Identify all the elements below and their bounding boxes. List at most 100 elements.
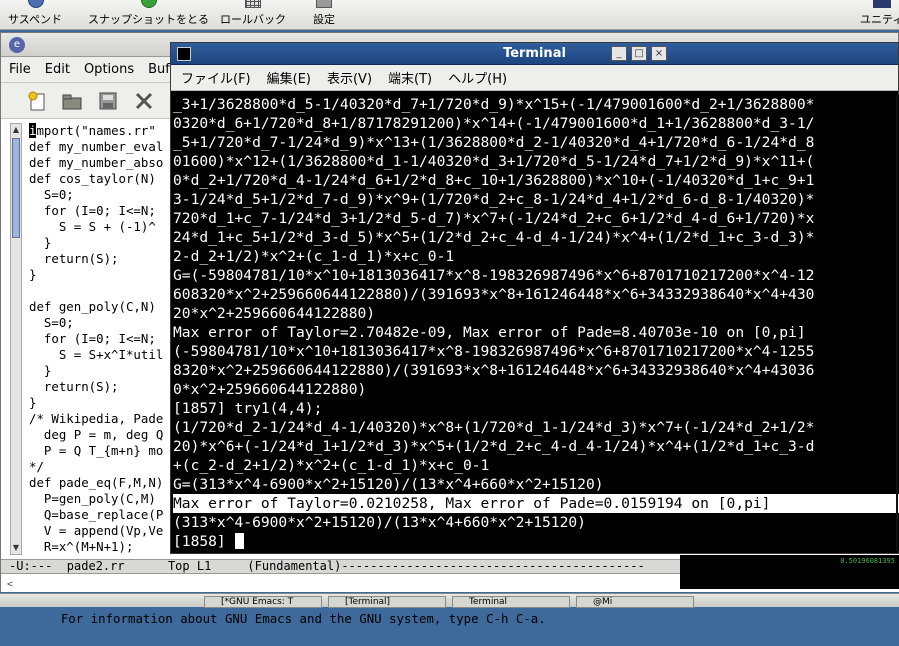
terminal-scrollbar[interactable]: [896, 95, 898, 551]
code-line: }: [29, 363, 52, 378]
settings-label: 設定: [313, 13, 335, 26]
menu-file[interactable]: File: [9, 62, 31, 77]
code-line: S=0;: [29, 187, 74, 202]
snapshot-label: スナップショットをとる: [88, 13, 209, 26]
task-mi[interactable]: @Mi: [576, 596, 694, 608]
code-line: R=x^(M+N+1);: [29, 539, 134, 554]
emacs-app-icon[interactable]: e: [9, 37, 25, 53]
terminal-titlebar[interactable]: Terminal _ □ ×: [171, 43, 898, 65]
background-window[interactable]: 0.50196081395: [680, 555, 899, 589]
code-line: Q=base_replace(P: [29, 507, 164, 522]
echo-bracket-icon: <: [7, 579, 14, 590]
unity-icon: [872, 0, 891, 8]
code-line: deg P = m, deg Q: [29, 427, 164, 442]
scroll-up-arrow-icon[interactable]: ▲: [11, 124, 21, 136]
vm-toolbar: サスペンド スナップショットをとる ロールバック 設定 ユニティ: [0, 0, 899, 30]
code-line: P=gen_poly(C,M): [29, 491, 156, 506]
terminal-line: 20)*x^6+(-1/24*d_1+1/2*d_3)*x^5+(1/2*d_2…: [173, 438, 815, 455]
term-menu-view[interactable]: 表示(V): [327, 68, 372, 87]
terminal-line: _3+1/3628800*d_5-1/40320*d_7+1/720*d_9)*…: [173, 96, 815, 113]
code-line: for (I=0; I<=N;: [29, 203, 156, 218]
code-area[interactable]: import("names.rr" def my_number_eval def m…: [29, 123, 189, 555]
terminal-menubar: ファイル(F) 編集(E) 表示(V) 端末(T) ヘルプ(H): [171, 65, 898, 91]
code-line: def my_number_abso: [29, 155, 164, 170]
code-line: }: [29, 235, 52, 250]
code-line: S = S+x^I*util: [29, 347, 164, 362]
terminal-line: 608320*x^2+259660644122880)/(391693*x^8+…: [173, 286, 815, 303]
code-line: for (I=0; I<=N;: [29, 331, 156, 346]
scroll-down-arrow-icon[interactable]: ▼: [11, 542, 21, 554]
code-line: return(S);: [29, 379, 119, 394]
taskbar: [*GNU Emacs: T [Terminal] Terminal @Mi: [0, 593, 899, 608]
terminal-line: 0*d_2+1/720*d_4-1/24*d_6+1/2*d_8+c_10+1/…: [173, 172, 815, 189]
menu-options[interactable]: Options: [84, 62, 134, 77]
emacs-scrollbar[interactable]: ▲ ▼: [10, 123, 22, 555]
settings-button[interactable]: 設定: [313, 0, 335, 30]
code-line: def pade_eq(F,M,N): [29, 475, 164, 490]
term-menu-edit[interactable]: 編集(E): [267, 68, 311, 87]
code-line: P = Q T_{m+n} mo: [29, 443, 164, 458]
code-line: }: [29, 267, 37, 282]
term-menu-file[interactable]: ファイル(F): [181, 68, 251, 87]
maximize-button[interactable]: □: [631, 46, 647, 61]
terminal-line: 3-1/24*d_5+1/2*d_7-d_9)*x^9+(1/720*d_2+c…: [173, 191, 815, 208]
terminal-line: [1858]: [173, 532, 899, 551]
code-line: def gen_poly(C,N): [29, 299, 156, 314]
task-terminal-2[interactable]: Terminal: [452, 596, 570, 608]
terminal-selected-line: Max error of Taylor=0.0210258, Max error…: [173, 494, 899, 513]
code-line: def my_number_eval: [29, 139, 164, 154]
background-readout: 0.50196081395: [840, 557, 895, 565]
code-line: V = append(Vp,Ve: [29, 523, 164, 538]
terminal-line: 01600)*x^12+(1/3628800*d_1-1/40320*d_3+1…: [173, 153, 815, 170]
terminal-line: G=(313*x^4-6900*x^2+15120)/(13*x^4+660*x…: [173, 476, 604, 493]
suspend-label: サスペンド: [8, 13, 63, 26]
terminal-line: 8320*x^2+259660644122880)/(391693*x^8+16…: [173, 362, 815, 379]
terminal-line: (-59804781/10*x^10+1813036417*x^8-198326…: [173, 343, 815, 360]
rollback-icon: [245, 0, 261, 8]
code-line: import("names.rr": [29, 123, 156, 138]
terminal-line: G=(-59804781/10*x^10+1813036417*x^8-1983…: [173, 267, 815, 284]
suspend-button[interactable]: サスペンド: [8, 0, 62, 30]
minimize-button[interactable]: _: [611, 46, 627, 61]
term-menu-help[interactable]: ヘルプ(H): [448, 68, 507, 87]
code-line: S = S + (-1)^: [29, 219, 156, 234]
menu-edit[interactable]: Edit: [45, 62, 70, 77]
terminal-line: 20*x^2+259660644122880): [173, 305, 376, 322]
terminal-line: _5+1/720*d_7-1/24*d_9)*x^13+(1/3628800*d…: [173, 134, 815, 151]
terminal-line: 24*d_1+c_5+1/2*d_3-d_5)*x^5+(1/2*d_2+c_4…: [173, 229, 815, 246]
unity-button[interactable]: ユニティ: [860, 0, 899, 30]
task-emacs[interactable]: [*GNU Emacs: T: [204, 596, 322, 608]
rollback-button[interactable]: ロールバック: [220, 0, 286, 30]
code-line: }: [29, 395, 37, 410]
terminal-line: Max error of Taylor=2.70482e-09, Max err…: [173, 324, 806, 341]
close-button[interactable]: ×: [651, 46, 667, 61]
terminal-line: (313*x^4-6900*x^2+15120)/(13*x^4+660*x^2…: [173, 514, 586, 531]
terminal-line: 0*x^2+259660644122880): [173, 381, 367, 398]
new-file-icon[interactable]: [27, 91, 49, 111]
cut-icon[interactable]: [133, 91, 155, 111]
snapshot-icon: [140, 0, 157, 8]
echo-message: For information about GNU Emacs and the …: [60, 611, 546, 626]
terminal-line: 720*d_1+c_7-1/24*d_3+1/2*d_5-d_7)*x^7+(-…: [173, 210, 815, 227]
snapshot-button[interactable]: スナップショットをとる: [88, 0, 209, 30]
terminal-screen[interactable]: _3+1/3628800*d_5-1/40320*d_7+1/720*d_9)*…: [173, 95, 899, 551]
suspend-icon: [28, 0, 44, 8]
open-folder-icon[interactable]: [61, 91, 83, 111]
term-menu-terminal[interactable]: 端末(T): [388, 68, 432, 87]
code-line: return(S);: [29, 251, 119, 266]
settings-icon: [316, 0, 332, 8]
scroll-thumb[interactable]: [12, 138, 20, 238]
code-line: */: [29, 459, 44, 474]
code-line: S=0;: [29, 315, 74, 330]
save-icon[interactable]: [97, 91, 119, 111]
emacs-fringe: [1, 121, 9, 559]
terminal-title: Terminal: [503, 46, 566, 61]
task-terminal-1[interactable]: [Terminal]: [328, 596, 446, 608]
unity-label: ユニティ: [860, 13, 899, 26]
terminal-line: (1/720*d_2-1/24*d_4-1/40320)*x^8+(1/720*…: [173, 419, 815, 436]
terminal-line: 0320*d_6+1/720*d_8+1/87178291200)*x^14+(…: [173, 115, 815, 132]
terminal-line: +(c_2-d_2+1/2)*x^2+(c_1-d_1)*x+c_0-1: [173, 457, 490, 474]
code-line: /* Wikipedia, Pade: [29, 411, 164, 426]
menu-buffers[interactable]: Buf: [148, 62, 170, 77]
